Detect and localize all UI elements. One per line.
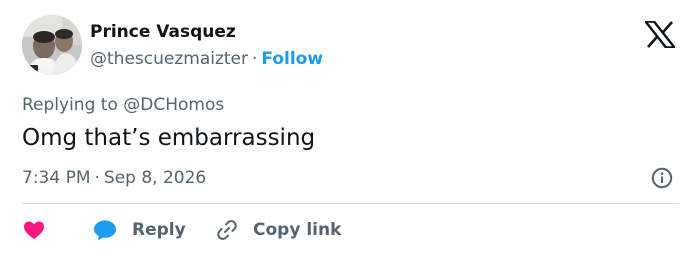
reply-context-prefix: Replying to <box>22 95 118 115</box>
author-handle[interactable]: @thescuezmaizter <box>90 49 248 69</box>
tweet-text: Omg that’s embarrassing <box>22 125 316 151</box>
author-name[interactable]: Prince Vasquez <box>90 21 236 43</box>
reply-label: Reply <box>132 220 186 240</box>
copy-link-button[interactable]: Copy link <box>215 216 341 244</box>
heart-icon <box>24 221 44 239</box>
info-icon[interactable] <box>650 166 674 190</box>
x-logo-icon[interactable] <box>643 20 677 49</box>
follow-button[interactable]: Follow <box>261 49 323 69</box>
separator-dot: · <box>252 49 258 69</box>
avatar-image <box>22 15 82 75</box>
like-button[interactable] <box>22 216 46 244</box>
avatar[interactable] <box>22 15 82 75</box>
reply-context: Replying to @DCHomos <box>22 94 224 116</box>
author-handle-row: @thescuezmaizter · Follow <box>90 48 323 70</box>
link-icon <box>217 220 237 240</box>
divider <box>22 203 679 204</box>
copy-link-label: Copy link <box>253 220 342 240</box>
tweet-time: 7:34 PM <box>22 168 91 188</box>
tweet-date: Sep 8, 2026 <box>103 168 207 188</box>
speech-bubble-icon <box>94 220 116 241</box>
reply-button[interactable]: Reply <box>92 216 186 244</box>
timestamp-separator: · <box>94 168 100 188</box>
reply-mention-link[interactable]: @DCHomos <box>123 95 224 115</box>
tweet-timestamp[interactable]: 7:34 PM · Sep 8, 2026 <box>22 167 206 189</box>
tweet-card: Prince Vasquez @thescuezmaizter · Follow R… <box>0 0 700 256</box>
